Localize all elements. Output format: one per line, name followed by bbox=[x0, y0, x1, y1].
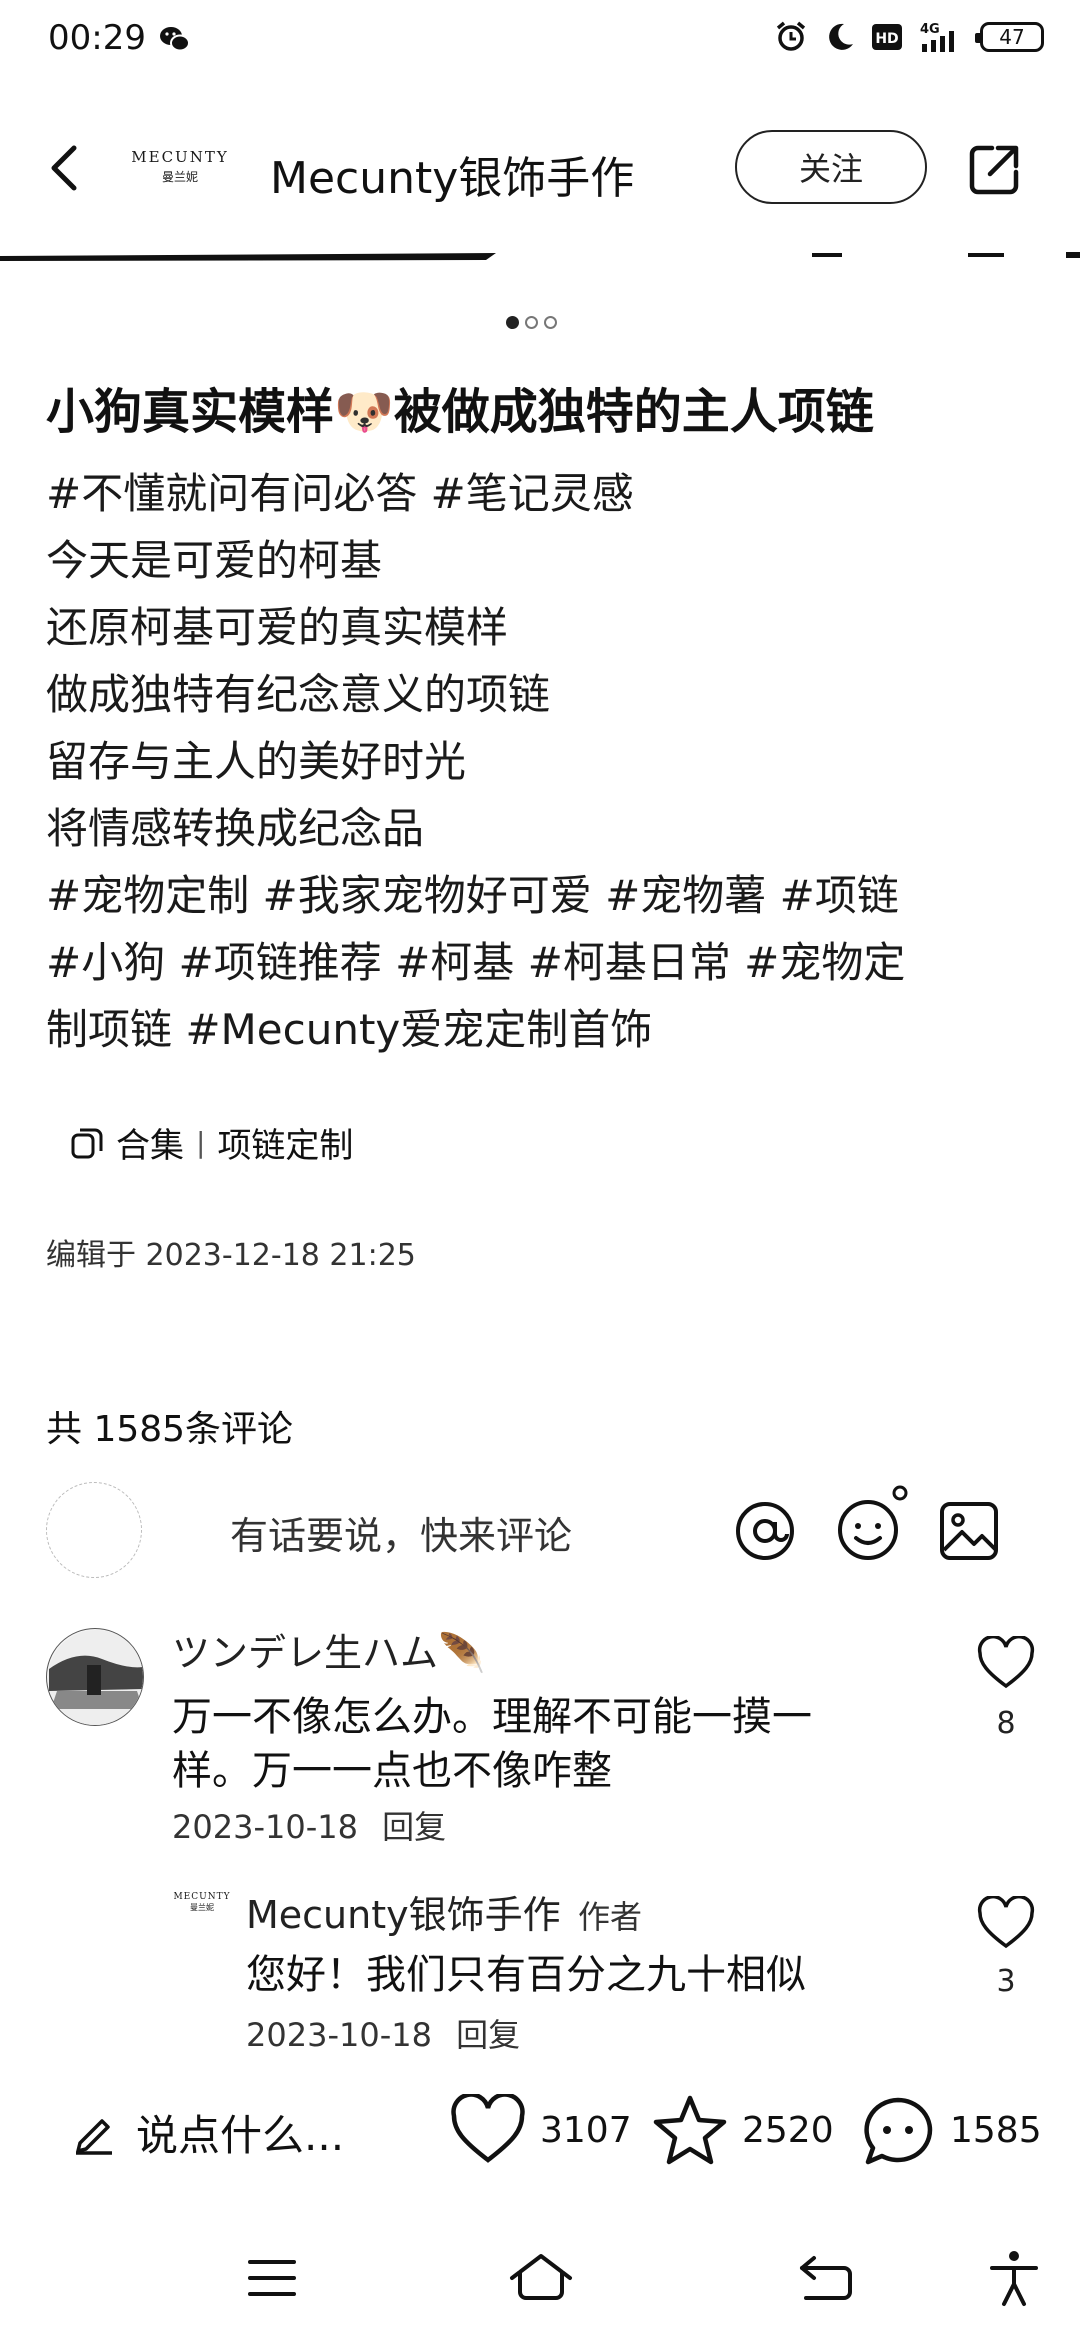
avatar-image bbox=[48, 1630, 143, 1725]
collection-label: 合集 bbox=[116, 1126, 184, 1166]
signal-icon: 4G bbox=[920, 22, 954, 52]
comment-button[interactable]: 1585 bbox=[860, 2094, 1042, 2166]
battery-icon: 47 bbox=[975, 22, 1044, 52]
my-avatar bbox=[46, 1482, 142, 1578]
comment-meta: 2023-10-18 回复 bbox=[172, 1802, 446, 1848]
comment-input[interactable]: 有话要说，快来评论 bbox=[230, 1505, 572, 1560]
heart-icon[interactable] bbox=[977, 1896, 1035, 1950]
system-nav-bar bbox=[0, 2230, 1080, 2340]
menu-icon[interactable] bbox=[242, 2248, 302, 2308]
pencil-icon bbox=[76, 2118, 112, 2155]
at-mention-icon[interactable] bbox=[734, 1500, 796, 1562]
comment-text[interactable]: 您好！我们只有百分之九十相似 bbox=[246, 1948, 926, 2002]
share-icon[interactable] bbox=[964, 140, 1024, 200]
comment-like-count: 3 bbox=[996, 1964, 1016, 1999]
star-icon bbox=[653, 2095, 727, 2165]
author-badge: 作者 bbox=[578, 1898, 643, 1936]
moon-icon bbox=[829, 23, 853, 50]
comment-username[interactable]: ツンデレ生ハム🪶 bbox=[172, 1622, 485, 1677]
author-name[interactable]: Mecunty银饰手作 bbox=[270, 142, 634, 206]
post-body: #不懂就问有问必答 #笔记灵感 今天是可爱的柯基 还原柯基可爱的真实模样 做成独… bbox=[46, 460, 1046, 1063]
post-body-line: 还原柯基可爱的真实模样 bbox=[46, 603, 509, 652]
edit-time: 编辑于 2023-12-18 21:25 bbox=[46, 1238, 416, 1273]
comment-text[interactable]: 万一不像怎么办。理解不可能一摸一样。万一一点也不像咋整 bbox=[172, 1690, 872, 1798]
carousel-indicator bbox=[506, 316, 557, 329]
post-body-line: 做成独特有纪念意义的项链 bbox=[46, 670, 551, 719]
collection-link[interactable]: 合集 | 项链定制 bbox=[70, 1118, 353, 1167]
post-body-line[interactable]: #宠物定制 #我家宠物好可爱 #宠物薯 #项链 bbox=[46, 862, 1046, 929]
alarm-icon bbox=[776, 21, 806, 51]
home-icon[interactable] bbox=[506, 2248, 576, 2308]
reply-button[interactable]: 回复 bbox=[382, 1808, 446, 1846]
carousel-dot bbox=[525, 316, 538, 329]
emoji-icon[interactable] bbox=[836, 1484, 910, 1562]
post-body-line: 将情感转换成纪念品 bbox=[46, 804, 425, 853]
post-body-line[interactable]: #不懂就问有问必答 #笔记灵感 bbox=[46, 460, 1046, 527]
collection-separator: | bbox=[196, 1126, 206, 1159]
comment-meta: 2023-10-18 回复 bbox=[246, 2010, 520, 2056]
reply-button[interactable]: 回复 bbox=[456, 2016, 520, 2054]
collection-name: 项链定制 bbox=[217, 1126, 354, 1166]
post-title: 小狗真实模样🐶被做成独特的主人项链 bbox=[46, 384, 874, 440]
commenter-avatar[interactable] bbox=[46, 1628, 144, 1726]
heart-icon[interactable] bbox=[977, 1636, 1035, 1690]
post-image-edge[interactable] bbox=[0, 248, 1080, 268]
collect-count: 2520 bbox=[742, 2109, 834, 2151]
follow-button[interactable]: 关注 bbox=[735, 130, 927, 204]
post-header: MECUNTY 曼兰妮 Mecunty银饰手作 关注 bbox=[0, 120, 1080, 220]
svg-text:4G: 4G bbox=[920, 22, 940, 37]
comment-date: 2023-10-18 bbox=[172, 1808, 358, 1846]
collection-icon bbox=[71, 1128, 103, 1158]
back-nav-icon[interactable] bbox=[796, 2248, 856, 2308]
carousel-dot bbox=[544, 316, 557, 329]
comment-count: 1585 bbox=[950, 2109, 1042, 2151]
post-body-line: 留存与主人的美好时光 bbox=[46, 737, 467, 786]
comment-bubble-icon bbox=[864, 2097, 933, 2165]
comments-count: 共 1585条评论 bbox=[46, 1409, 294, 1450]
author-avatar-logo[interactable]: MECUNTY 曼兰妮 bbox=[130, 148, 230, 194]
post-body-line[interactable]: 制项链 #Mecunty爱宠定制首饰 bbox=[46, 996, 1046, 1063]
author-reply-avatar[interactable]: MECUNTY 曼兰妮 bbox=[170, 1892, 234, 1932]
carousel-dot bbox=[506, 316, 519, 329]
comment-username[interactable]: Mecunty银饰手作 bbox=[246, 1884, 561, 1939]
wechat-icon bbox=[160, 27, 190, 52]
status-icons: HD 4G 47 bbox=[774, 20, 1044, 54]
bottom-action-bar: 说点什么... 3107 2520 1585 bbox=[0, 2090, 1080, 2170]
svg-text:HD: HD bbox=[875, 31, 898, 47]
collect-button[interactable]: 2520 bbox=[652, 2094, 834, 2166]
comment-date: 2023-10-18 bbox=[246, 2016, 432, 2054]
image-picker-icon[interactable] bbox=[938, 1500, 1000, 1562]
post-body-line: 今天是可爱的柯基 bbox=[46, 536, 383, 585]
heart-icon bbox=[451, 2094, 525, 2163]
hd-icon: HD bbox=[872, 24, 902, 50]
comment-like-count: 8 bbox=[996, 1706, 1016, 1741]
post-body-line[interactable]: #小狗 #项链推荐 #柯基 #柯基日常 #宠物定 bbox=[46, 929, 1046, 996]
like-button[interactable]: 3107 bbox=[450, 2094, 632, 2166]
status-time: 00:29 bbox=[48, 18, 146, 58]
accessibility-icon[interactable] bbox=[984, 2248, 1044, 2308]
like-count: 3107 bbox=[540, 2109, 632, 2151]
back-icon[interactable] bbox=[38, 138, 98, 198]
status-bar: 00:29 HD 4G 47 bbox=[0, 0, 1080, 80]
write-comment-placeholder: 说点什么... bbox=[136, 2111, 345, 2160]
write-comment-input[interactable]: 说点什么... bbox=[72, 2102, 344, 2163]
